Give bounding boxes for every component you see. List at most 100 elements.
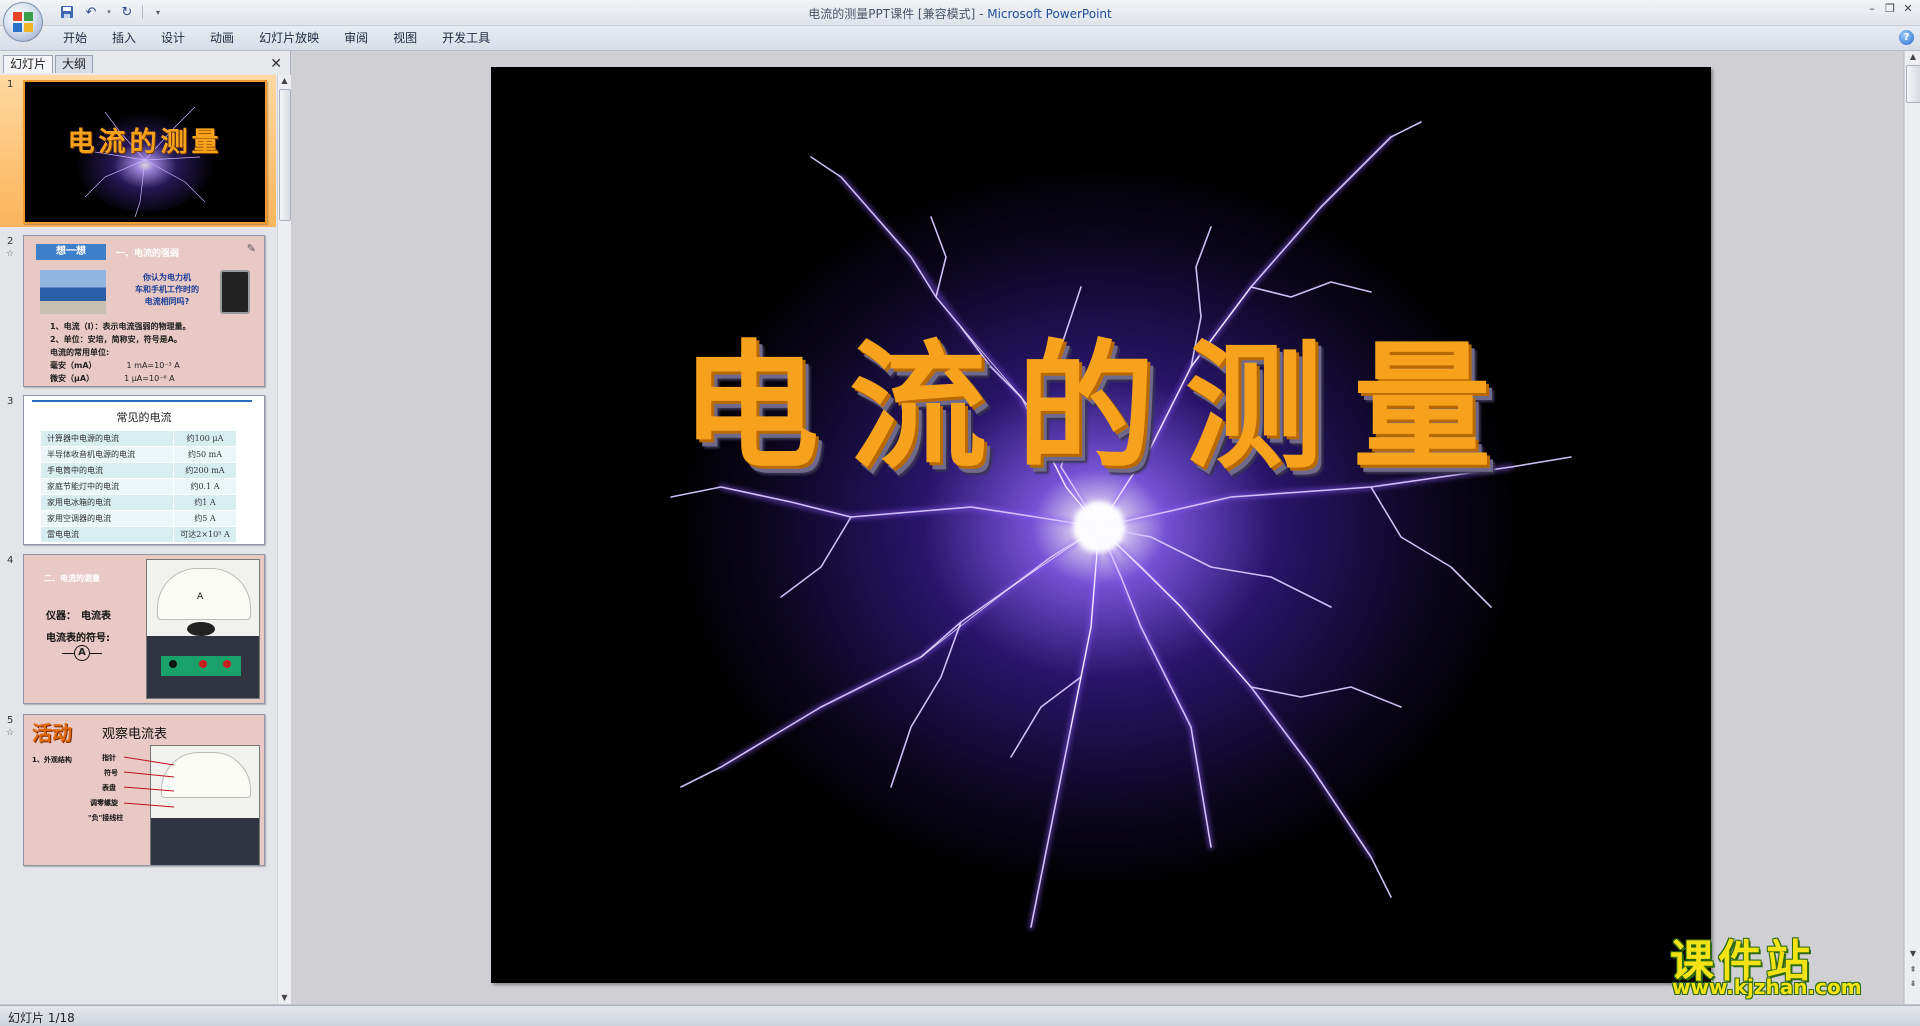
table-cell-value: 约5 A — [173, 510, 237, 527]
title-separator: - — [975, 7, 988, 21]
slide-number: 5 — [7, 715, 14, 726]
scroll-thumb[interactable] — [1906, 65, 1920, 103]
ammeter-symbol-letter: A — [74, 645, 90, 661]
unit-value: 1 μA=10⁻⁶ A — [124, 374, 175, 383]
scroll-down-icon[interactable]: ▼ — [278, 992, 291, 1004]
body-line: 微安（μA） 1 μA=10⁻⁶ A — [50, 372, 191, 385]
instrument-text: 仪器： 电流表 — [46, 611, 111, 622]
meter-letter: A — [197, 592, 204, 602]
tab-home[interactable]: 开始 — [52, 30, 101, 46]
thumbnail-title: 电流的测量 — [67, 127, 223, 158]
think-badge: 想一想 — [36, 244, 106, 260]
slide-number: 4 — [7, 555, 14, 566]
slide-number: 1 — [7, 79, 14, 90]
document-title: 电流的测量PPT课件 [兼容模式] — [808, 7, 976, 21]
slide-thumbnail-3[interactable]: 3 常见的电流 计算器中电源的电流 约100 μA 半导体收音机电源的电流 约50 m… — [0, 392, 276, 550]
question-text: 你认为电力机 车和手机工作时的 电流相同吗? — [122, 272, 212, 308]
slide-editor-scrollbar[interactable]: ▲ ▼ ⇞ ⇟ — [1904, 51, 1920, 1004]
ammeter-image: A — [146, 559, 260, 699]
question-line: 你认为电力机 — [143, 273, 191, 282]
app-name: Microsoft PowerPoint — [987, 7, 1112, 21]
slide-thumbnail-2[interactable]: 2 ☆ 想一想 一、电流的强弱 ✎ 你认为电力机 车和手机工作时的 电流相同吗?… — [0, 232, 276, 390]
tab-animations[interactable]: 动画 — [199, 30, 248, 46]
ammeter-symbol: A — [62, 645, 102, 661]
slides-pane-scrollbar[interactable]: ▲ ▼ — [277, 75, 291, 1004]
question-line: 车和手机工作时的 — [135, 285, 199, 294]
slide-thumbnail-4[interactable]: 4 二、电流的测量 仪器： 电流表 电流表的符号: A A — [0, 551, 276, 709]
title-rule — [32, 400, 252, 402]
unit-label: 微安（μA） — [50, 374, 95, 383]
question-line: 电流相同吗? — [144, 297, 190, 306]
scroll-up-icon[interactable]: ▲ — [278, 75, 291, 87]
current-table: 计算器中电源的电流 约100 μA 半导体收音机电源的电流 约50 mA 手电筒中的电流… — [40, 430, 237, 543]
table-row: 手电筒中的电流 约200 mA — [40, 462, 237, 479]
table-cell-value: 约200 mA — [173, 462, 237, 479]
office-button[interactable] — [3, 2, 43, 42]
slide-title[interactable]: 电流的测量 — [491, 295, 1711, 495]
help-icon[interactable]: ? — [1899, 30, 1914, 45]
table-cell-source: 雷电电流 — [40, 526, 174, 543]
table-cell-source: 半导体收音机电源的电流 — [40, 446, 174, 463]
animation-star-icon: ☆ — [6, 728, 15, 738]
table-cell-value: 约100 μA — [173, 430, 237, 447]
body-line: 1、电流（I）：表示电流强弱的物理量。 — [50, 322, 191, 331]
table-cell-source: 家用电冰箱的电流 — [40, 494, 174, 511]
watermark-url: www.kjzhan.com — [1672, 975, 1862, 999]
next-slide-icon[interactable]: ⇟ — [1905, 978, 1920, 990]
slides-pane: 幻灯片 大纲 ✕ 1 电流的测量 2 ☆ 想一想 一、电流的强弱 ✎ 你认为电力… — [0, 51, 291, 1004]
restore-icon[interactable]: ❐ — [1882, 2, 1898, 16]
label-leader-lines — [123, 756, 175, 808]
thumbnail-list: 1 电流的测量 2 ☆ 想一想 一、电流的强弱 ✎ 你认为电力机 车和手机工作时… — [0, 75, 276, 1004]
tab-view[interactable]: 视图 — [382, 30, 431, 46]
slide-heading: 一、电流的强弱 — [116, 249, 180, 259]
office-logo-icon — [13, 12, 33, 32]
tab-design[interactable]: 设计 — [150, 30, 199, 46]
slide-number: 3 — [7, 396, 14, 407]
slide-thumbnail-1[interactable]: 1 电流的测量 — [0, 75, 276, 227]
table-row: 雷电电流 可达2×10⁵ A — [40, 526, 237, 543]
ribbon-tab-bar: 开始 插入 设计 动画 幻灯片放映 审阅 视图 开发工具 ? — [0, 26, 1920, 51]
slide-preview: 想一想 一、电流的强弱 ✎ 你认为电力机 车和手机工作时的 电流相同吗? 1、电… — [23, 235, 265, 387]
tab-insert[interactable]: 插入 — [101, 30, 150, 46]
close-pane-icon[interactable]: ✕ — [270, 56, 282, 72]
tab-review[interactable]: 审阅 — [333, 30, 382, 46]
current-slide[interactable]: 电流的测量 — [491, 67, 1711, 983]
slide-preview: 常见的电流 计算器中电源的电流 约100 μA 半导体收音机电源的电流 约50 mA 手… — [23, 395, 265, 545]
pencil-icon: ✎ — [246, 242, 256, 255]
slide-preview: 活动 观察电流表 1、外观结构 指针 符号 表盘 调零螺旋 "负"接线柱 — [23, 714, 265, 866]
tab-developer[interactable]: 开发工具 — [431, 30, 504, 46]
tab-slideshow[interactable]: 幻灯片放映 — [248, 30, 333, 46]
table-cell-value: 约0.1 A — [173, 478, 237, 495]
train-image — [40, 270, 106, 314]
tab-slides[interactable]: 幻灯片 — [3, 55, 54, 73]
slide-editor: 电流的测量 — [291, 51, 1903, 1004]
unit-label: 毫安（mA） — [50, 361, 97, 370]
site-watermark: 课件站 www.kjzhan.com — [1670, 925, 1905, 1005]
previous-slide-icon[interactable]: ⇞ — [1905, 964, 1920, 976]
body-line: 毫安（mA） 1 mA=10⁻³ A — [50, 359, 191, 372]
table-cell-source: 手电筒中的电流 — [40, 462, 174, 479]
table-row: 家用电冰箱的电流 约1 A — [40, 494, 237, 511]
symbol-label: 电流表的符号: — [46, 633, 110, 644]
window-title: 电流的测量PPT课件 [兼容模式] - Microsoft PowerPoint — [0, 5, 1920, 22]
slide-preview: 电流的测量 — [23, 80, 267, 224]
table-cell-value: 约1 A — [173, 494, 237, 511]
slide-title: 常见的电流 — [116, 411, 172, 424]
slide-number: 2 — [7, 236, 14, 247]
table-row: 家庭节能灯中的电流 约0.1 A — [40, 478, 237, 495]
title-bar: ↶ ▾ ↻ ▾ 电流的测量PPT课件 [兼容模式] - Microsoft Po… — [0, 0, 1920, 42]
pane-tabs: 幻灯片 大纲 ✕ — [0, 53, 290, 73]
scroll-thumb[interactable] — [279, 89, 291, 221]
tab-outline[interactable]: 大纲 — [55, 55, 94, 73]
close-icon[interactable]: ✕ — [1900, 2, 1916, 16]
minimize-icon[interactable]: – — [1864, 2, 1880, 16]
slide-counter: 幻灯片 1/18 — [8, 1011, 75, 1025]
table-row: 半导体收音机电源的电流 约50 mA — [40, 446, 237, 463]
animation-star-icon: ☆ — [6, 249, 15, 259]
scroll-up-icon[interactable]: ▲ — [1905, 51, 1920, 63]
scroll-down-icon[interactable]: ▼ — [1905, 948, 1920, 960]
slide-thumbnail-5[interactable]: 5 ☆ 活动 观察电流表 1、外观结构 指针 符号 表盘 调零螺旋 "负"接线柱 — [0, 711, 276, 871]
unit-value: 1 mA=10⁻³ A — [126, 361, 180, 370]
status-bar: 幻灯片 1/18 — [0, 1005, 1920, 1026]
table-row: 计算器中电源的电流 约100 μA — [40, 430, 237, 447]
